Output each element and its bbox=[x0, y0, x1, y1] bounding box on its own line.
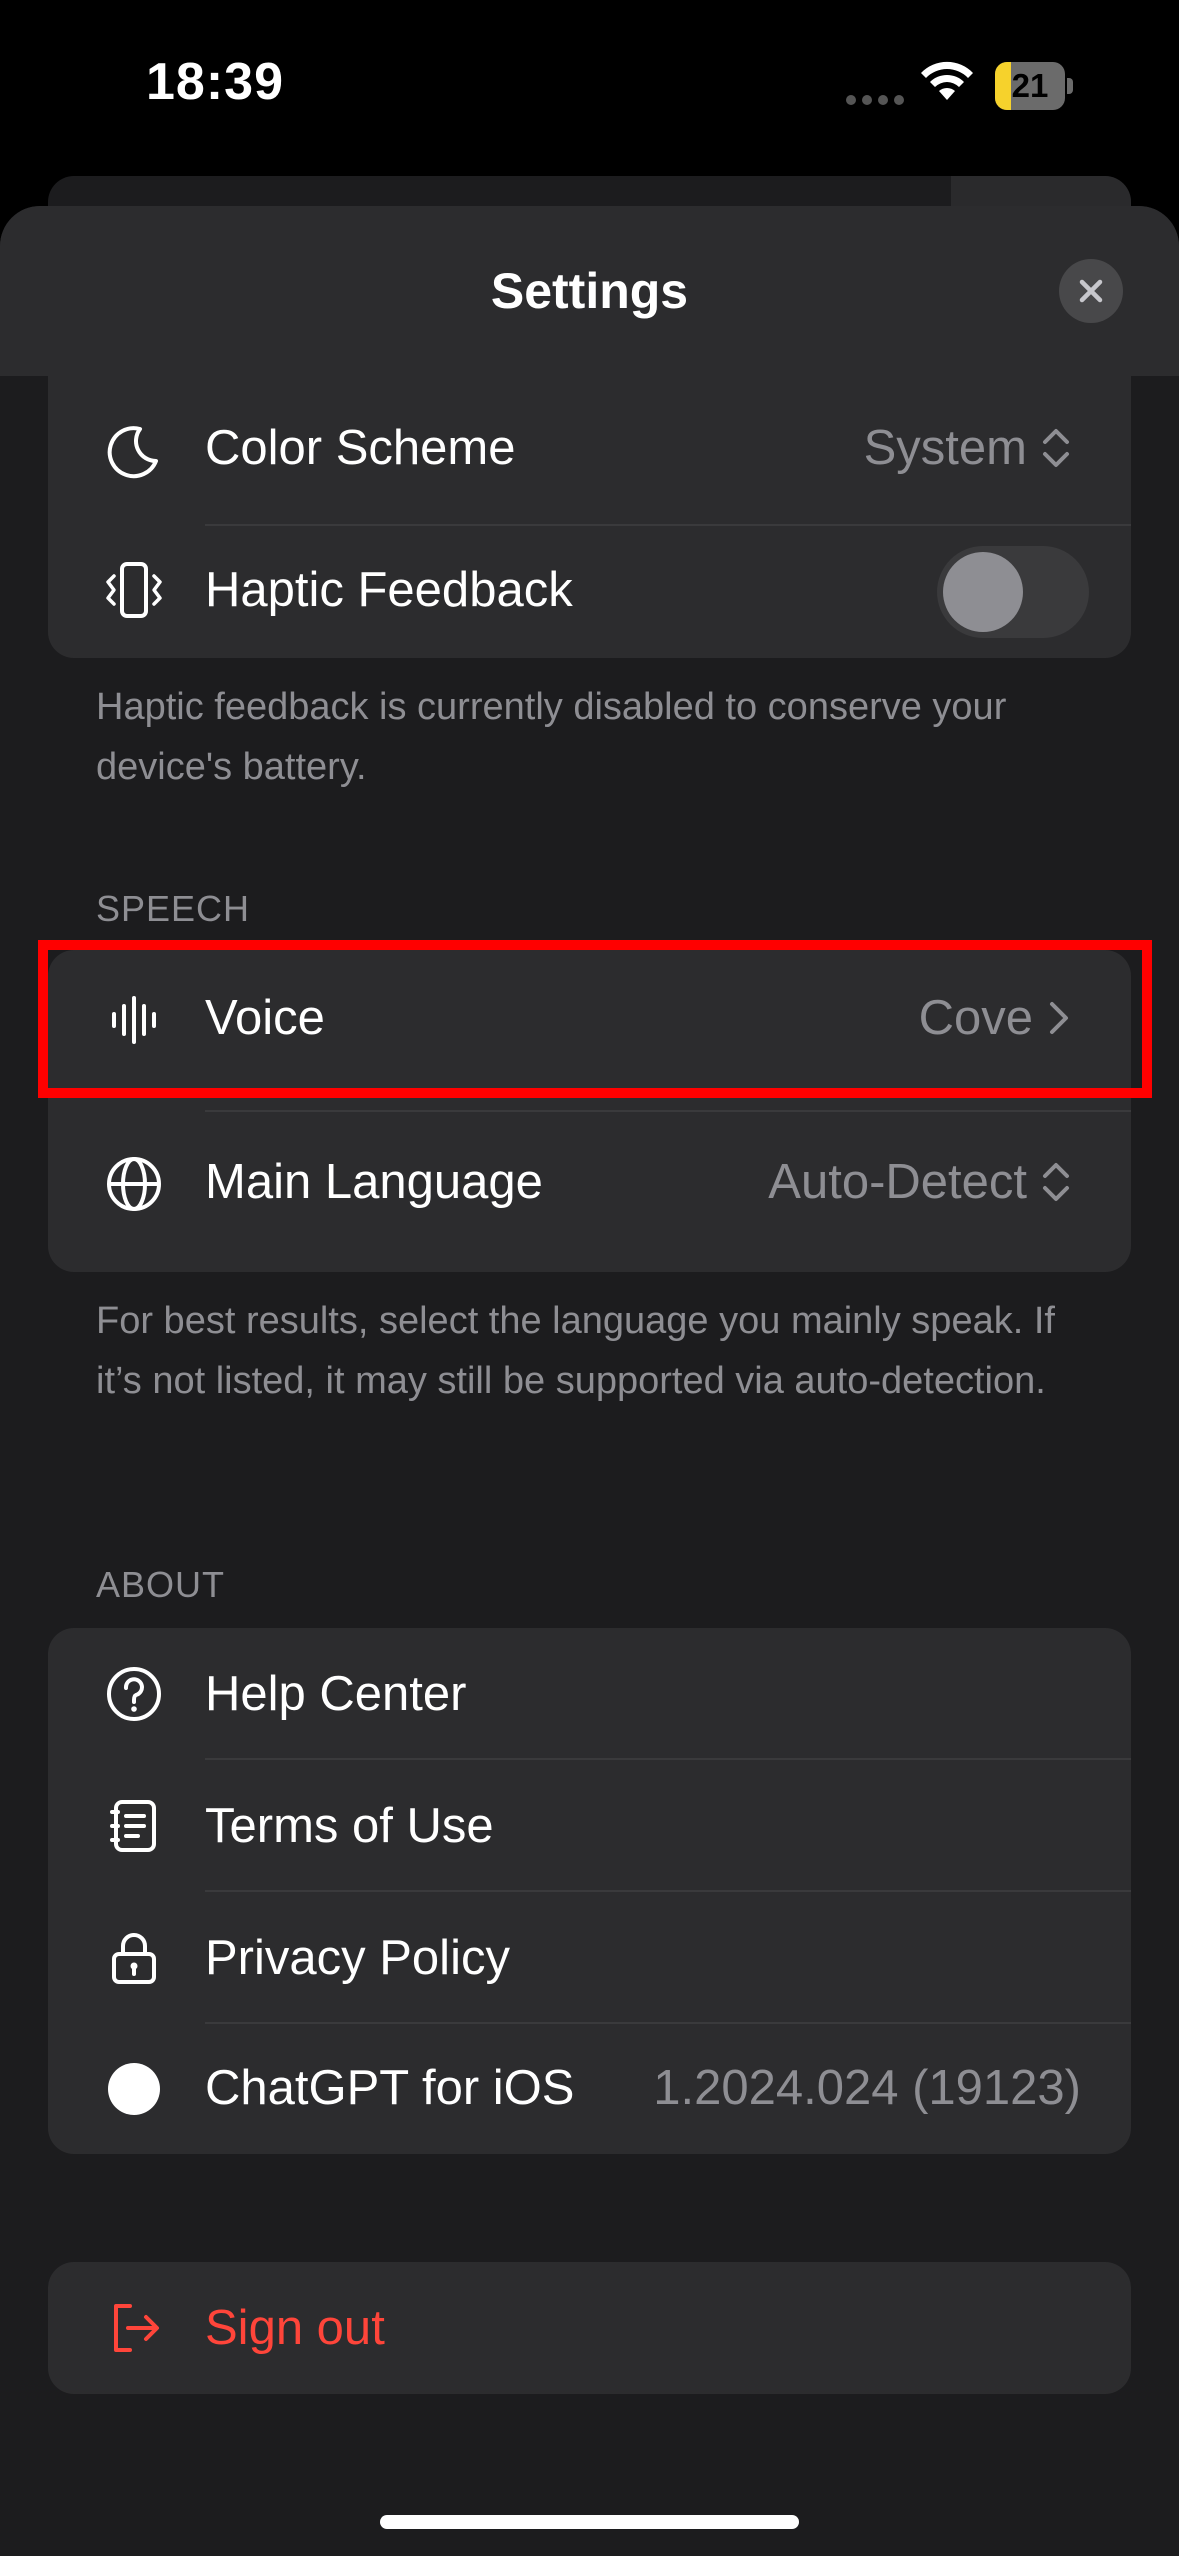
haptic-feedback-toggle[interactable] bbox=[937, 546, 1089, 638]
document-icon bbox=[102, 1794, 166, 1858]
page-title: Settings bbox=[490, 263, 689, 319]
status-time: 18:39 bbox=[146, 53, 284, 111]
chevron-up-down-icon bbox=[1043, 1163, 1069, 1201]
battery-icon: 21 bbox=[995, 62, 1073, 110]
app-name-label: ChatGPT for iOS bbox=[205, 2061, 575, 2115]
color-scheme-row[interactable]: Color Scheme System bbox=[48, 376, 1131, 526]
filled-circle-icon bbox=[102, 2057, 166, 2121]
question-circle-icon bbox=[102, 1662, 166, 1726]
sign-out-label: Sign out bbox=[205, 2301, 385, 2355]
privacy-policy-label: Privacy Policy bbox=[205, 1931, 510, 1985]
speech-section-header: SPEECH bbox=[96, 888, 251, 929]
privacy-policy-row[interactable]: Privacy Policy bbox=[48, 1892, 1131, 2024]
app-version-value: 1.2024.024 (19123) bbox=[653, 2061, 1081, 2115]
haptic-footnote: Haptic feedback is currently disabled to… bbox=[96, 686, 1007, 788]
globe-icon bbox=[102, 1152, 166, 1216]
chevron-up-down-icon bbox=[1043, 429, 1069, 467]
about-group: Help Center Terms of Use Privacy Policy bbox=[48, 1628, 1131, 2154]
help-center-row[interactable]: Help Center bbox=[48, 1628, 1131, 1760]
appearance-group: Color Scheme System Haptic Feedback bbox=[48, 376, 1131, 658]
haptic-feedback-label: Haptic Feedback bbox=[205, 563, 573, 617]
color-scheme-label: Color Scheme bbox=[205, 421, 516, 475]
help-center-label: Help Center bbox=[205, 1667, 467, 1721]
haptic-feedback-row: Haptic Feedback bbox=[48, 526, 1131, 658]
cellular-signal-icon bbox=[846, 95, 904, 105]
sign-out-group: Sign out bbox=[48, 2262, 1131, 2394]
about-section-header: ABOUT bbox=[96, 1564, 226, 1605]
moon-icon bbox=[102, 419, 166, 483]
close-icon bbox=[1079, 279, 1103, 303]
sign-out-button[interactable]: Sign out bbox=[48, 2262, 1131, 2394]
main-language-value: Auto-Detect bbox=[768, 1155, 1027, 1209]
status-bar: 18:39 21 bbox=[0, 0, 1179, 170]
main-language-row[interactable]: Main Language Auto-Detect bbox=[48, 1112, 1131, 1272]
main-language-picker[interactable]: Auto-Detect bbox=[768, 1154, 1071, 1210]
terms-of-use-row[interactable]: Terms of Use bbox=[48, 1760, 1131, 1892]
wifi-icon bbox=[920, 60, 974, 107]
haptic-phone-icon bbox=[102, 558, 166, 622]
app-version-row: ChatGPT for iOS 1.2024.024 (19123) bbox=[48, 2024, 1131, 2154]
battery-level: 21 bbox=[1011, 67, 1049, 104]
sign-out-icon bbox=[102, 2296, 166, 2360]
color-scheme-value: System bbox=[863, 421, 1027, 475]
voice-highlight-box bbox=[38, 940, 1152, 1098]
terms-of-use-label: Terms of Use bbox=[205, 1799, 494, 1853]
language-footnote: For best results, select the language yo… bbox=[96, 1300, 1055, 1402]
home-indicator[interactable] bbox=[380, 2515, 799, 2529]
close-button[interactable] bbox=[1059, 259, 1123, 323]
lock-icon bbox=[102, 1926, 166, 1990]
color-scheme-picker[interactable]: System bbox=[864, 420, 1071, 476]
main-language-label: Main Language bbox=[205, 1155, 543, 1209]
